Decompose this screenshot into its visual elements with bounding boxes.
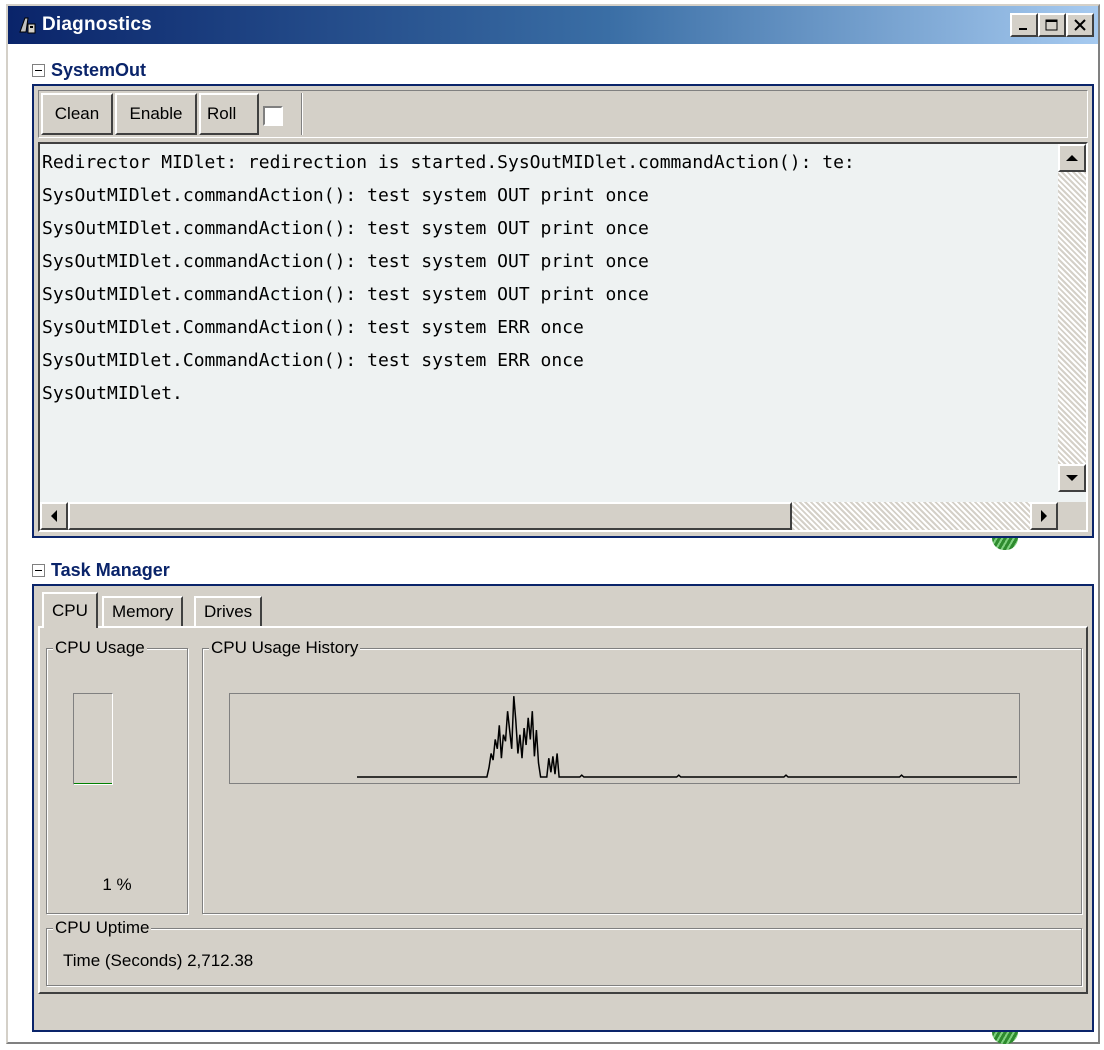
resize-grip-icon[interactable] <box>992 538 1018 550</box>
minimize-button[interactable] <box>1010 13 1038 37</box>
scroll-down-button[interactable] <box>1058 464 1086 492</box>
roll-button[interactable]: Roll <box>199 93 259 135</box>
arrow-down-icon <box>1066 475 1078 481</box>
tab-memory[interactable]: Memory <box>102 596 184 626</box>
console-line: SysOutMIDlet.CommandAction(): test syste… <box>42 317 584 338</box>
console-line: SysOutMIDlet. <box>42 383 183 404</box>
console-line: SysOutMIDlet.commandAction(): test syste… <box>42 251 649 272</box>
enable-button[interactable]: Enable <box>115 93 197 135</box>
diagnostics-window: Diagnostics SystemOut Clean Enable Roll … <box>6 4 1100 1044</box>
console-line: SysOutMIDlet.commandAction(): test syste… <box>42 185 649 206</box>
console-line: SysOutMIDlet.commandAction(): test syste… <box>42 284 649 305</box>
collapse-icon[interactable] <box>32 63 45 77</box>
close-icon <box>1074 19 1086 31</box>
toolbar-separator <box>301 93 303 135</box>
app-icon <box>19 17 36 34</box>
scroll-left-button[interactable] <box>40 502 68 530</box>
systemout-toolbar: Clean Enable Roll <box>38 90 1088 138</box>
title-bar[interactable]: Diagnostics <box>8 6 1098 44</box>
console-line: SysOutMIDlet.CommandAction(): test syste… <box>42 350 584 371</box>
clean-button[interactable]: Clean <box>41 93 113 135</box>
cpu-usage-fill <box>74 783 112 784</box>
scroll-up-button[interactable] <box>1058 144 1086 172</box>
arrow-right-icon <box>1041 510 1047 522</box>
maximize-button[interactable] <box>1038 13 1066 37</box>
cpu-uptime-group: CPU Uptime Time (Seconds) 2,712.38 <box>46 918 1082 986</box>
console-line: SysOutMIDlet.commandAction(): test syste… <box>42 218 649 239</box>
vertical-scrollbar[interactable] <box>1058 144 1086 492</box>
window-title: Diagnostics <box>42 14 152 35</box>
cpu-uptime-label: CPU Uptime <box>53 918 152 938</box>
tab-cpu[interactable]: CPU <box>42 592 98 628</box>
systemout-panel: Clean Enable Roll Redirector MIDlet: red… <box>32 84 1094 538</box>
horizontal-scroll-thumb[interactable] <box>68 502 792 530</box>
collapse-icon[interactable] <box>32 563 45 577</box>
cpu-usage-meter <box>73 693 113 785</box>
systemout-title: SystemOut <box>51 59 147 80</box>
cpu-tab-page: CPU Usage 1 % CPU Usage History CPU Upti… <box>38 626 1088 994</box>
horizontal-scrollbar[interactable] <box>40 502 1058 530</box>
cpu-history-group: CPU Usage History <box>202 638 1082 914</box>
systemout-console[interactable]: Redirector MIDlet: redirection is starte… <box>38 142 1088 532</box>
minimize-icon <box>1019 28 1027 30</box>
taskmanager-panel: CPU Memory Drives CPU Usage 1 % CPU Usag… <box>32 584 1094 1032</box>
taskmanager-header[interactable]: Task Manager <box>32 558 170 582</box>
resize-grip-icon[interactable] <box>992 1032 1018 1044</box>
tab-drives[interactable]: Drives <box>194 596 263 626</box>
arrow-left-icon <box>51 510 57 522</box>
scroll-right-button[interactable] <box>1030 502 1058 530</box>
console-line: Redirector MIDlet: redirection is starte… <box>42 152 855 173</box>
close-button[interactable] <box>1066 13 1094 37</box>
cpu-usage-value: 1 % <box>102 875 132 894</box>
cpu-history-graph <box>229 693 1020 784</box>
console-output: Redirector MIDlet: redirection is starte… <box>42 146 1052 480</box>
taskmanager-title: Task Manager <box>51 559 170 580</box>
systemout-header[interactable]: SystemOut <box>32 58 146 82</box>
arrow-up-icon <box>1066 155 1078 161</box>
scroll-corner <box>1058 502 1086 530</box>
cpu-usage-label: CPU Usage <box>53 638 147 658</box>
cpu-usage-group: CPU Usage 1 % <box>46 638 188 914</box>
cpu-history-label: CPU Usage History <box>209 638 361 658</box>
roll-checkbox[interactable] <box>263 106 283 126</box>
cpu-uptime-value: Time (Seconds) 2,712.38 <box>63 951 254 970</box>
maximize-icon <box>1045 19 1058 31</box>
